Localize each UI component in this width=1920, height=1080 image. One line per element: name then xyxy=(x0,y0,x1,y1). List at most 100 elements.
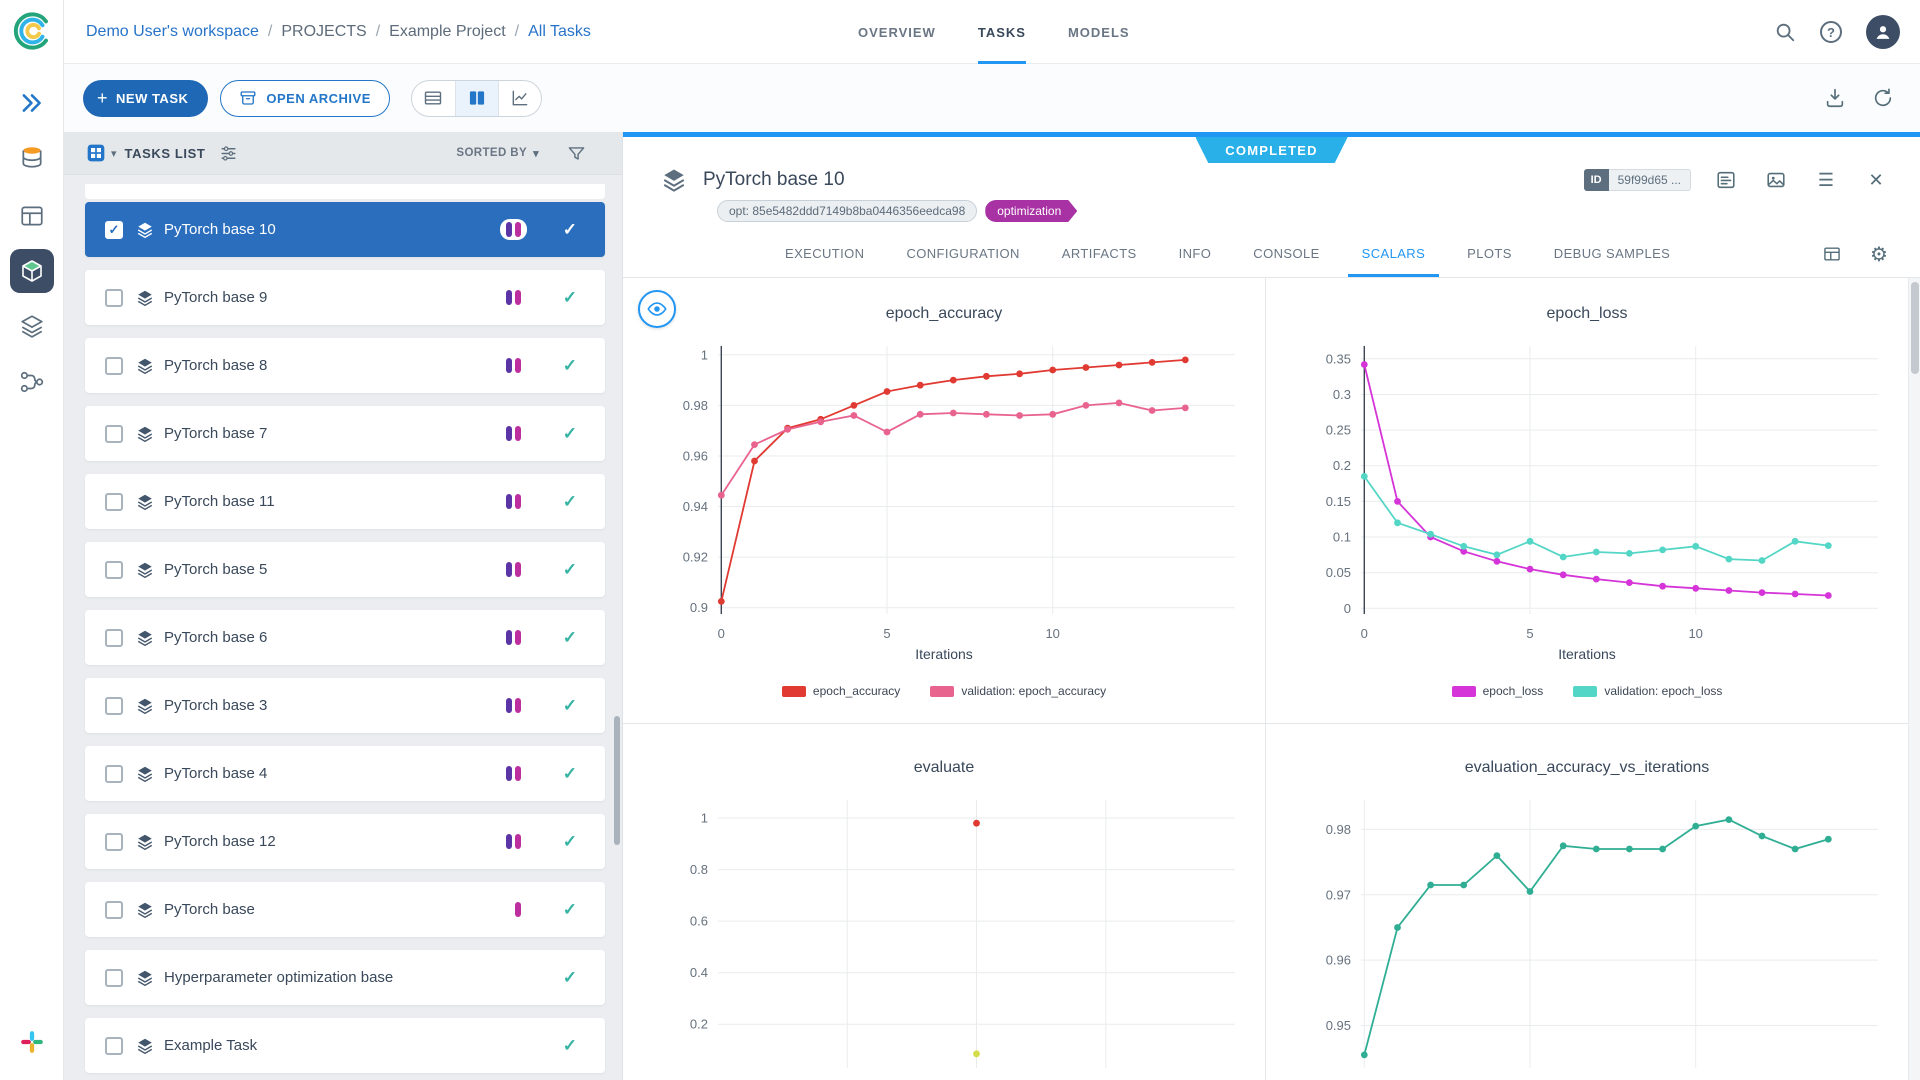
breadcrumb-projects[interactable]: PROJECTS xyxy=(281,23,366,41)
layout-selector-icon[interactable] xyxy=(86,143,106,163)
task-name: PyTorch base 10 xyxy=(164,221,500,238)
eye-icon xyxy=(646,298,668,320)
task-row-partial[interactable] xyxy=(85,184,605,199)
tag-opt[interactable]: opt: 85e5482ddd7149b8ba0446356eedca98 xyxy=(717,200,977,222)
nav-icon-getting-started[interactable] xyxy=(19,90,45,116)
table-view-icon[interactable] xyxy=(1822,244,1842,264)
tab-overview[interactable]: OVERVIEW xyxy=(858,0,936,64)
console-icon[interactable] xyxy=(1715,169,1737,191)
task-checkbox[interactable]: ✓ xyxy=(105,1037,123,1055)
tab-info[interactable]: INFO xyxy=(1165,233,1226,277)
breadcrumb-workspace[interactable]: Demo User's workspace xyxy=(86,23,259,41)
detail-scrollbar-track[interactable] xyxy=(1908,278,1920,1080)
task-row[interactable]: ✓ PyTorch base 9 ✓ xyxy=(85,270,605,325)
avatar[interactable] xyxy=(1866,15,1900,49)
help-icon[interactable]: ? xyxy=(1820,21,1842,43)
svg-text:1: 1 xyxy=(701,811,708,826)
tab-debug-samples[interactable]: DEBUG SAMPLES xyxy=(1540,233,1684,277)
legend-item[interactable]: epoch_accuracy xyxy=(782,684,900,698)
task-row[interactable]: ✓ PyTorch base 5 ✓ xyxy=(85,542,605,597)
task-row[interactable]: ✓ PyTorch base 4 ✓ xyxy=(85,746,605,801)
task-checkbox[interactable]: ✓ xyxy=(105,697,123,715)
sorted-by-control[interactable]: SORTED BY ▾ xyxy=(456,147,539,160)
task-id-badge[interactable]: ID 59f99d65 ... xyxy=(1584,169,1691,191)
completed-check-icon: ✓ xyxy=(563,1036,577,1056)
detail-scrollbar-thumb[interactable] xyxy=(1911,282,1919,374)
nav-icon-datasets[interactable] xyxy=(19,144,45,170)
tasks-list-scrollbar[interactable] xyxy=(614,716,620,845)
tab-artifacts[interactable]: ARTIFACTS xyxy=(1048,233,1151,277)
view-toggle-details[interactable] xyxy=(498,81,541,116)
task-checkbox[interactable]: ✓ xyxy=(105,833,123,851)
breadcrumb-all-tasks[interactable]: All Tasks xyxy=(528,23,591,41)
main-tabs: OVERVIEW TASKS MODELS xyxy=(858,0,1130,64)
nav-icon-slack-community[interactable] xyxy=(19,1029,45,1055)
open-archive-button[interactable]: OPEN ARCHIVE xyxy=(220,80,389,117)
nav-icon-reports[interactable] xyxy=(19,203,45,229)
task-checkbox[interactable]: ✓ xyxy=(105,901,123,919)
svg-text:0.15: 0.15 xyxy=(1326,494,1351,509)
task-checkbox[interactable]: ✓ xyxy=(105,221,123,239)
task-type-icon xyxy=(136,493,154,511)
task-row[interactable]: ✓ PyTorch base ✓ xyxy=(85,882,605,937)
nav-icon-projects-active[interactable] xyxy=(10,249,54,293)
new-task-label: NEW TASK xyxy=(116,91,188,106)
download-icon[interactable] xyxy=(1824,87,1846,109)
task-row[interactable]: ✓ PyTorch base 3 ✓ xyxy=(85,678,605,733)
task-checkbox[interactable]: ✓ xyxy=(105,289,123,307)
search-icon[interactable] xyxy=(1774,21,1796,43)
task-row[interactable]: ✓ PyTorch base 10 ✓ xyxy=(85,202,605,257)
close-icon[interactable]: ✕ xyxy=(1865,169,1887,191)
task-type-icon xyxy=(136,425,154,443)
chart-plot[interactable]: 0.20.40.60.81 xyxy=(623,790,1265,1080)
chart-plot[interactable]: 0.950.960.970.98 xyxy=(1266,790,1908,1080)
svg-text:0.1: 0.1 xyxy=(1333,530,1351,545)
tab-configuration[interactable]: CONFIGURATION xyxy=(892,233,1033,277)
task-checkbox[interactable]: ✓ xyxy=(105,765,123,783)
task-checkbox[interactable]: ✓ xyxy=(105,629,123,647)
menu-icon[interactable]: ☰ xyxy=(1815,169,1837,191)
nav-icon-pipelines[interactable] xyxy=(19,369,45,395)
task-row[interactable]: ✓ Hyperparameter optimization base ✓ xyxy=(85,950,605,1005)
hide-metrics-eye-button[interactable] xyxy=(638,290,676,328)
task-row[interactable]: ✓ PyTorch base 11 ✓ xyxy=(85,474,605,529)
clearml-logo[interactable] xyxy=(11,10,53,52)
tab-plots[interactable]: PLOTS xyxy=(1453,233,1526,277)
layout-caret-icon[interactable]: ▾ xyxy=(111,147,117,160)
legend-item[interactable]: epoch_loss xyxy=(1452,684,1544,698)
refresh-icon[interactable] xyxy=(1872,87,1894,109)
tab-models[interactable]: MODELS xyxy=(1068,0,1130,64)
svg-text:0.97: 0.97 xyxy=(1326,887,1351,902)
tab-tasks[interactable]: TASKS xyxy=(978,0,1026,64)
task-row[interactable]: ✓ PyTorch base 8 ✓ xyxy=(85,338,605,393)
task-checkbox[interactable]: ✓ xyxy=(105,493,123,511)
task-row[interactable]: ✓ PyTorch base 6 ✓ xyxy=(85,610,605,665)
filter-icon[interactable] xyxy=(567,144,586,163)
column-settings-icon[interactable] xyxy=(219,144,238,163)
task-checkbox[interactable]: ✓ xyxy=(105,357,123,375)
view-toggle-split[interactable] xyxy=(455,81,498,116)
chart-plot[interactable]: 0.90.920.940.960.9810510 xyxy=(623,336,1265,646)
model-badge xyxy=(506,290,521,305)
legend-item[interactable]: validation: epoch_loss xyxy=(1573,684,1722,698)
tab-console[interactable]: CONSOLE xyxy=(1239,233,1333,277)
task-row[interactable]: ✓ PyTorch base 7 ✓ xyxy=(85,406,605,461)
task-checkbox[interactable]: ✓ xyxy=(105,425,123,443)
task-checkbox[interactable]: ✓ xyxy=(105,969,123,987)
tag-optimization[interactable]: optimization xyxy=(985,200,1077,222)
detail-tabs: EXECUTION CONFIGURATION ARTIFACTS INFO C… xyxy=(623,233,1920,278)
task-checkbox[interactable]: ✓ xyxy=(105,561,123,579)
chart-plot[interactable]: 00.050.10.150.20.250.30.350510 xyxy=(1266,336,1908,646)
task-row[interactable]: ✓ PyTorch base 12 ✓ xyxy=(85,814,605,869)
new-task-button[interactable]: + NEW TASK xyxy=(83,80,208,117)
tab-scalars[interactable]: SCALARS xyxy=(1348,233,1440,277)
view-toggle-table[interactable] xyxy=(412,81,455,116)
legend-item[interactable]: validation: epoch_accuracy xyxy=(930,684,1106,698)
nav-icon-models[interactable] xyxy=(19,313,45,339)
breadcrumb-project[interactable]: Example Project xyxy=(389,23,506,41)
id-value[interactable]: 59f99d65 ... xyxy=(1609,169,1691,191)
tab-execution[interactable]: EXECUTION xyxy=(771,233,878,277)
settings-gear-icon[interactable]: ⚙ xyxy=(1868,243,1890,265)
image-icon[interactable] xyxy=(1765,169,1787,191)
task-row[interactable]: ✓ Example Task ✓ xyxy=(85,1018,605,1073)
